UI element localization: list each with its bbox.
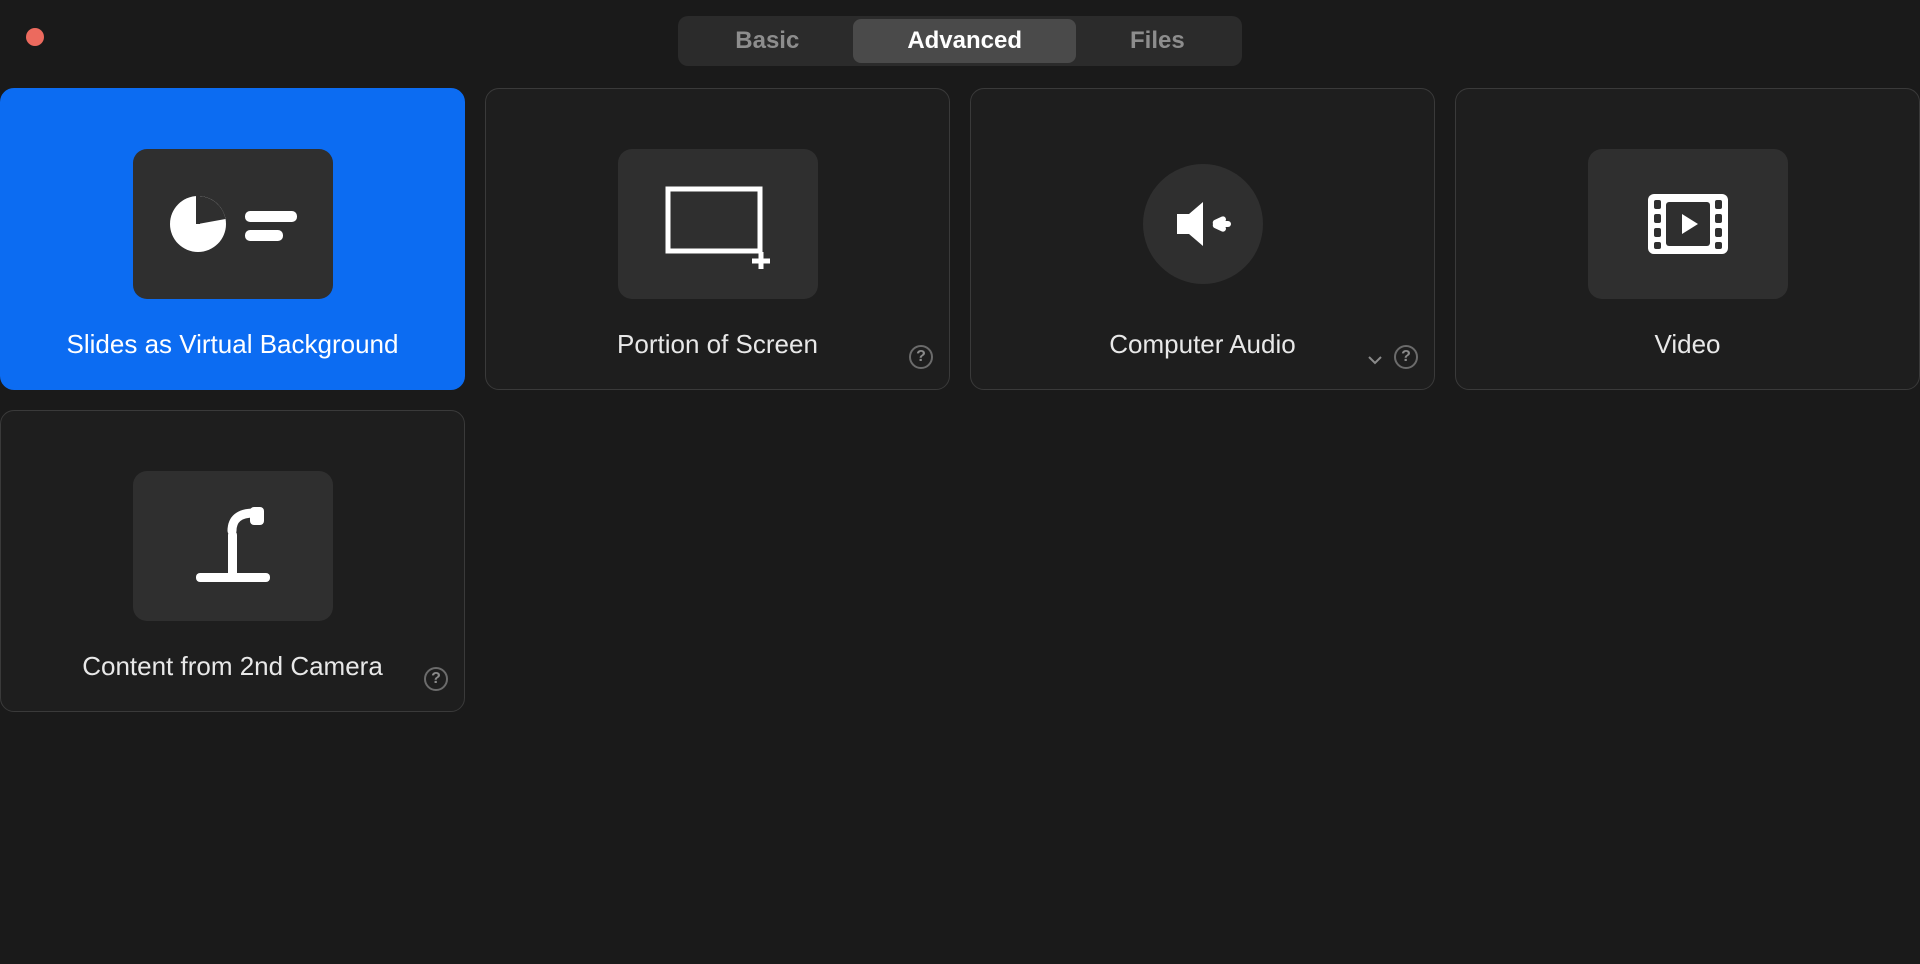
close-window-button[interactable] <box>26 28 44 46</box>
help-icon[interactable]: ? <box>424 667 448 691</box>
card-slides-virtual-background[interactable]: Slides as Virtual Background <box>0 88 465 390</box>
card-label-video: Video <box>1654 329 1720 360</box>
tab-bar: Basic Advanced Files <box>0 0 1920 66</box>
speaker-icon <box>1171 196 1235 252</box>
help-icon[interactable]: ? <box>909 345 933 369</box>
portion-screen-icon-tile <box>618 149 818 299</box>
tab-basic[interactable]: Basic <box>681 19 853 63</box>
segmented-control: Basic Advanced Files <box>678 16 1241 66</box>
slides-icon-tile <box>133 149 333 299</box>
card-label-slides: Slides as Virtual Background <box>67 329 399 360</box>
presentation-icon <box>163 189 303 259</box>
tab-files[interactable]: Files <box>1076 19 1239 63</box>
screen-portion-icon <box>658 179 778 269</box>
share-options-grid: Slides as Virtual Background Portion of … <box>0 66 1920 712</box>
chevron-down-icon[interactable] <box>1368 355 1382 365</box>
card-label-second-camera: Content from 2nd Camera <box>82 651 383 682</box>
card-label-portion: Portion of Screen <box>617 329 818 360</box>
film-icon <box>1646 192 1730 256</box>
video-icon-tile <box>1588 149 1788 299</box>
card-portion-of-screen[interactable]: Portion of Screen ? <box>485 88 950 390</box>
audio-icon-circle <box>1143 164 1263 284</box>
window-controls <box>26 28 44 46</box>
second-camera-icon-tile <box>133 471 333 621</box>
card-label-audio: Computer Audio <box>1109 329 1295 360</box>
document-camera-icon <box>178 501 288 591</box>
help-icon[interactable]: ? <box>1394 345 1418 369</box>
tab-advanced[interactable]: Advanced <box>853 19 1076 63</box>
card-video[interactable]: Video <box>1455 88 1920 390</box>
card-computer-audio[interactable]: Computer Audio ? <box>970 88 1435 390</box>
card-second-camera[interactable]: Content from 2nd Camera ? <box>0 410 465 712</box>
